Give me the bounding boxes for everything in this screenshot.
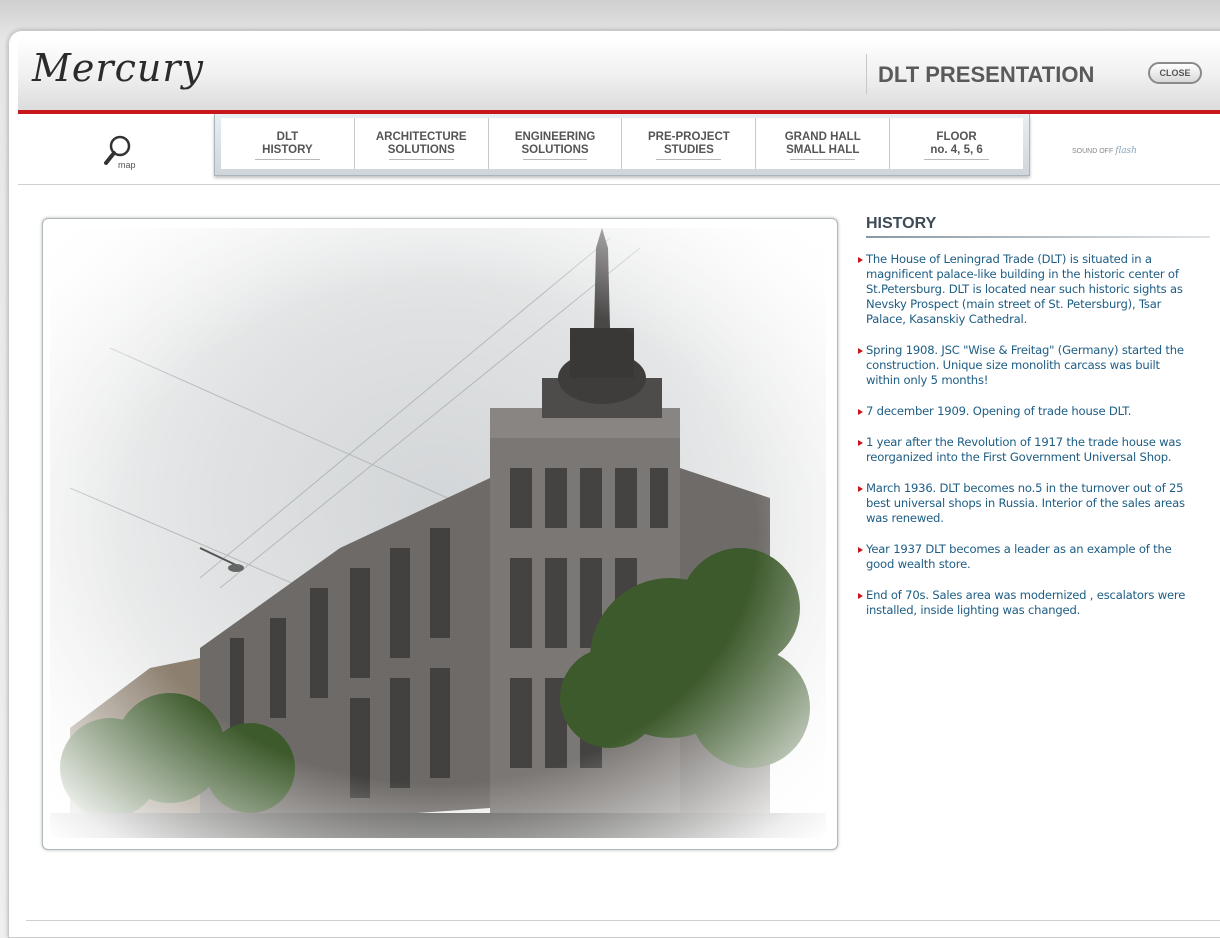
menu-underline: [790, 159, 856, 160]
menu-item-line1: PRE-PROJECT: [648, 130, 730, 143]
mercury-logo: Mercury: [32, 46, 204, 90]
menu-dlt-history[interactable]: DLT HISTORY: [221, 118, 355, 169]
history-heading-underline: [866, 236, 1210, 238]
history-item: 1 year after the Revolution of 1917 the …: [858, 435, 1196, 465]
menu-item-line2: SOLUTIONS: [387, 143, 455, 156]
history-heading: HISTORY: [866, 215, 937, 232]
menu-item-line1: DLT: [276, 130, 299, 143]
sound-off-label: SOUND OFF: [1072, 148, 1114, 155]
menu-item-line1: ENGINEERING: [514, 130, 596, 143]
page-title: DLT PRESENTATION: [878, 62, 1095, 87]
flash-label: flash: [1115, 146, 1137, 156]
history-list: The House of Leningrad Trade (DLT) is si…: [858, 252, 1196, 634]
history-item: 7 december 1909. Opening of trade house …: [858, 404, 1196, 419]
close-button[interactable]: CLOSE: [1148, 62, 1202, 84]
footer-divider: [26, 920, 1220, 921]
history-item: Spring 1908. JSC "Wise & Freitag" (Germa…: [858, 343, 1196, 388]
menu-item-line1: ARCHITECTURE: [375, 130, 467, 143]
dlt-building-photo: [50, 228, 826, 838]
menu-architecture-solutions[interactable]: ARCHITECTURE SOLUTIONS: [354, 118, 489, 169]
history-item: Year 1937 DLT becomes a leader as an exa…: [858, 542, 1196, 572]
menu-pre-project-studies[interactable]: PRE-PROJECT STUDIES: [622, 118, 757, 169]
menu-item-line1: GRAND HALL: [784, 130, 861, 143]
menu-underline: [522, 159, 588, 160]
menu-underline: [388, 159, 454, 160]
menu-engineering-solutions[interactable]: ENGINEERING SOLUTIONS: [488, 118, 623, 169]
menu-underline: [924, 159, 989, 160]
menu-item-line1: FLOOR: [936, 130, 977, 143]
map-label: map: [118, 160, 136, 170]
menu-item-line2: HISTORY: [262, 143, 313, 156]
main-menu: DLT HISTORY ARCHITECTURE SOLUTIONS ENGIN…: [214, 114, 1030, 176]
history-item: March 1936. DLT becomes no.5 in the turn…: [858, 481, 1196, 526]
menu-item-line2: STUDIES: [663, 143, 714, 156]
header-divider: [866, 54, 867, 94]
history-item: The House of Leningrad Trade (DLT) is si…: [858, 252, 1196, 327]
menu-floor[interactable]: FLOOR no. 4, 5, 6: [890, 118, 1023, 169]
menu-underline: [255, 159, 320, 160]
sound-toggle[interactable]: SOUND OFF flash: [1072, 146, 1137, 156]
menu-item-line2: SMALL HALL: [786, 143, 860, 156]
photo-vignette: [50, 228, 826, 838]
menu-item-line2: no. 4, 5, 6: [930, 143, 983, 156]
menu-underline: [656, 159, 722, 160]
history-item: End of 70s. Sales area was modernized , …: [858, 588, 1196, 618]
menu-grand-small-hall[interactable]: GRAND HALL SMALL HALL: [756, 118, 891, 169]
menu-item-line2: SOLUTIONS: [521, 143, 589, 156]
